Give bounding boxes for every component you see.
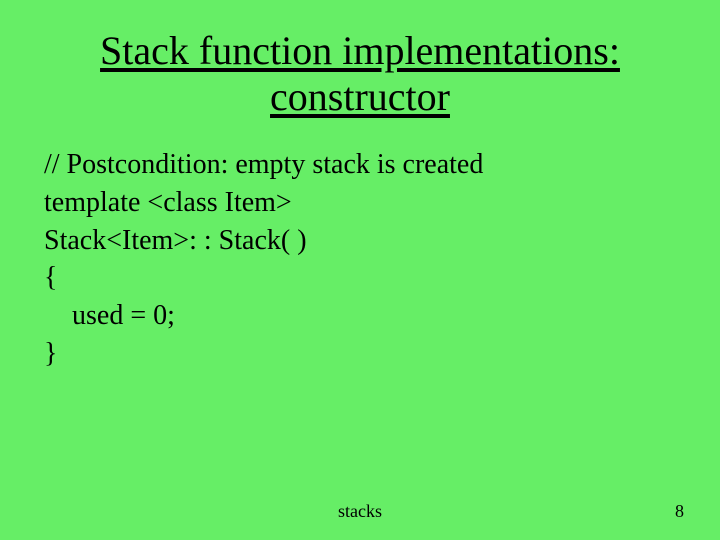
title-line-2: constructor (270, 74, 450, 119)
code-line-6: } (44, 335, 680, 373)
code-line-3: Stack<Item>: : Stack( ) (44, 222, 680, 260)
code-line-2: template <class Item> (44, 184, 680, 222)
page-number: 8 (675, 501, 684, 522)
slide-container: Stack function implementations: construc… (0, 0, 720, 540)
footer-label: stacks (0, 501, 720, 522)
code-line-1: // Postcondition: empty stack is created (44, 146, 680, 184)
slide-body: // Postcondition: empty stack is created… (40, 146, 680, 373)
code-line-4: { (44, 259, 680, 297)
slide-title: Stack function implementations: construc… (40, 28, 680, 120)
title-line-1: Stack function implementations: (100, 28, 620, 73)
code-line-5: used = 0; (44, 297, 680, 335)
